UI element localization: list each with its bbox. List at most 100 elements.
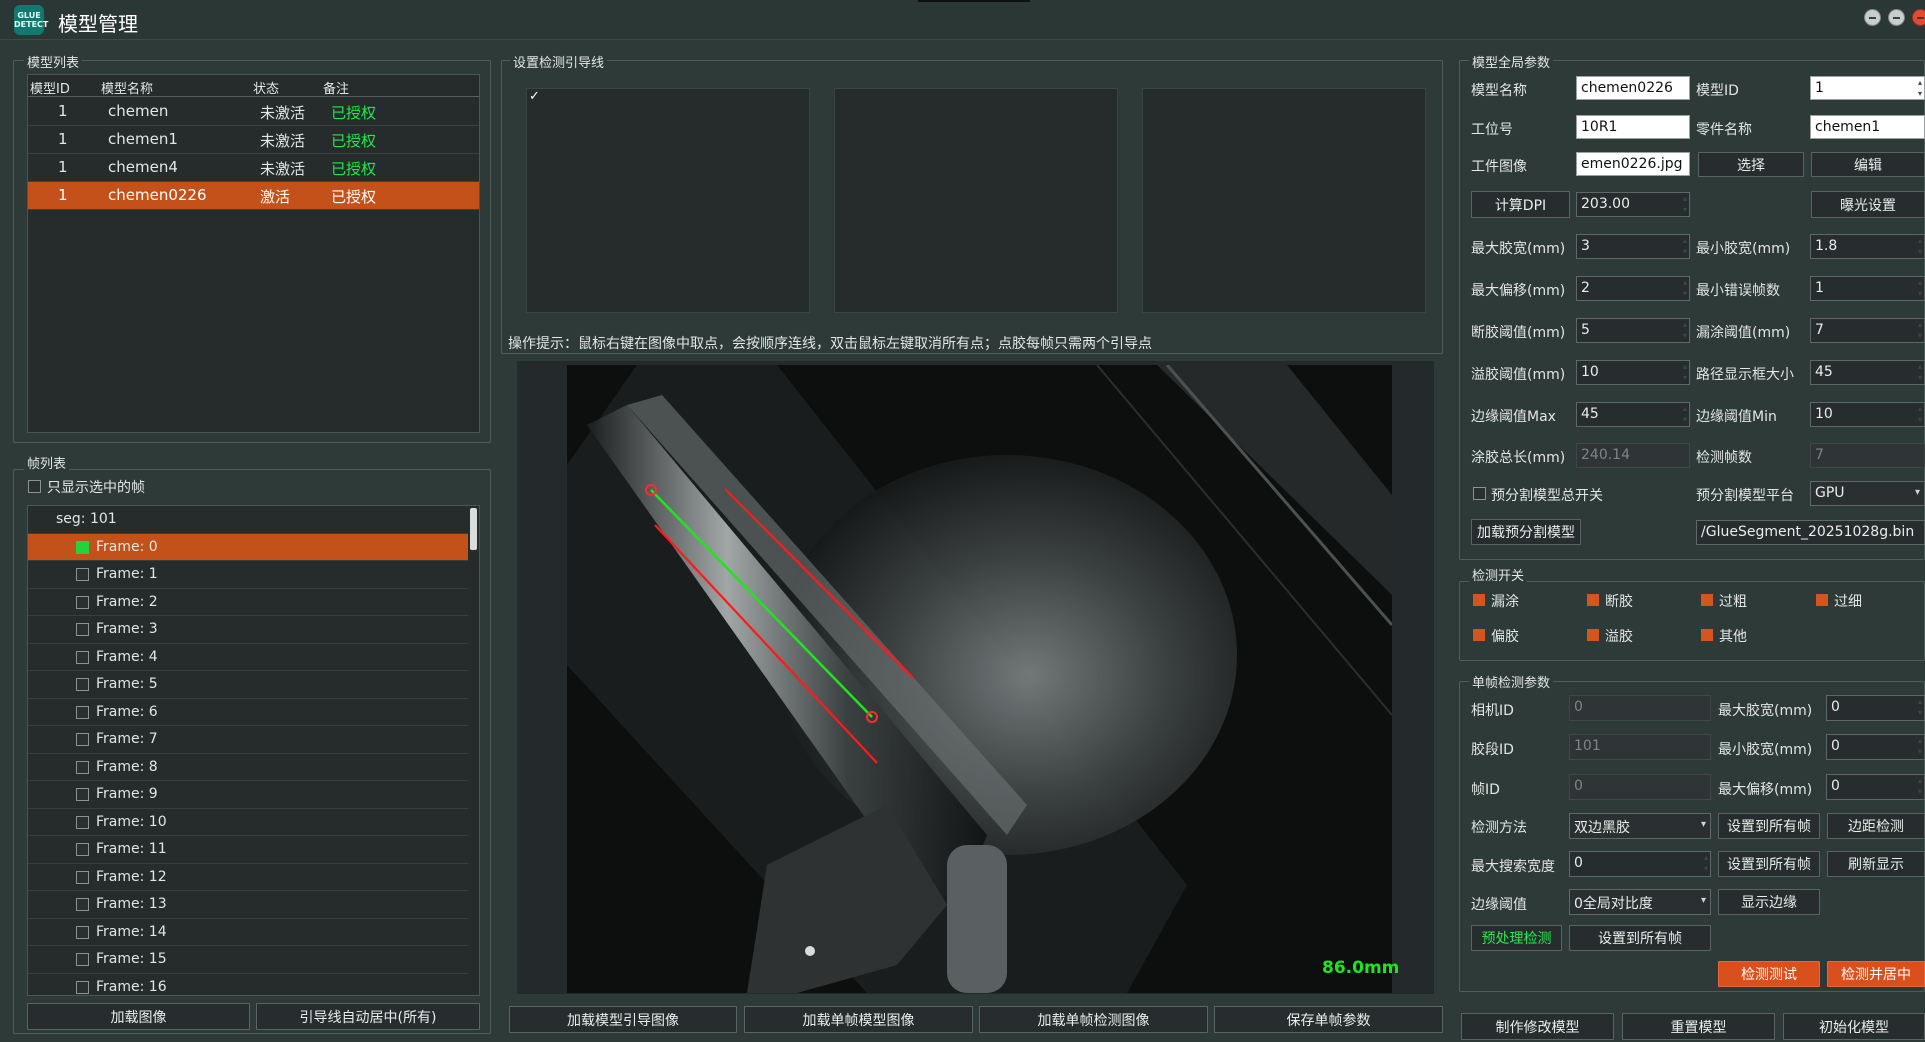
inspection-image[interactable] xyxy=(567,365,1392,993)
edit-image-button[interactable]: 编辑 xyxy=(1811,152,1925,177)
method-select[interactable]: 双边黑胶 xyxy=(1569,813,1711,839)
min-width-spinbox[interactable]: 1.8 xyxy=(1810,234,1925,259)
load-image-button[interactable]: 加载图像 xyxy=(27,1003,250,1030)
frame-list-item[interactable]: Frame: 0 xyxy=(28,533,468,561)
frame-list-item[interactable]: Frame: 9 xyxy=(28,781,468,809)
preprocess-detect-button[interactable]: 预处理检测 xyxy=(1471,925,1562,951)
frame-checkbox[interactable] xyxy=(76,788,89,801)
guide-thumbnail-3[interactable] xyxy=(1142,88,1426,313)
frame-list-item[interactable]: Frame: 5 xyxy=(28,671,468,699)
table-row[interactable]: 1 chemen 未激活 已授权 xyxy=(28,98,479,126)
load-model-guide-image-button[interactable]: 加载模型引导图像 xyxy=(509,1006,737,1033)
init-model-button[interactable]: 初始化模型 xyxy=(1783,1013,1925,1040)
frame-list-item[interactable]: Frame: 7 xyxy=(28,726,468,754)
frame-checkbox[interactable] xyxy=(76,980,89,994)
model-name-input[interactable]: chemen0226 xyxy=(1576,76,1690,100)
frame-list-item[interactable]: Frame: 16 xyxy=(28,974,468,996)
col-model-id[interactable]: 模型ID xyxy=(30,78,70,97)
show-edge-button[interactable]: 显示边缘 xyxy=(1718,889,1820,915)
frame-list-item[interactable]: Frame: 6 xyxy=(28,699,468,726)
switch-offset-checkbox[interactable] xyxy=(1473,629,1485,641)
col-model-name[interactable]: 模型名称 xyxy=(101,78,153,97)
frame-list-item[interactable]: Frame: 10 xyxy=(28,809,468,836)
dpi-spinbox[interactable]: 203.00 xyxy=(1576,192,1690,217)
switch-break-checkbox[interactable] xyxy=(1587,594,1599,606)
save-single-frame-params-button[interactable]: 保存单帧参数 xyxy=(1214,1006,1443,1033)
preseg-model-path[interactable]: /GlueSegment_20251028g.bin xyxy=(1696,520,1925,545)
preprocess-apply-all-button[interactable]: 设置到所有帧 xyxy=(1569,925,1711,951)
table-row-selected[interactable]: 1 chemen0226 激活 已授权 xyxy=(28,182,479,210)
edge-min-spinbox[interactable]: 10 xyxy=(1810,402,1925,427)
frame-checkbox[interactable] xyxy=(76,540,89,554)
guide-thumbnail-2[interactable] xyxy=(834,88,1118,313)
minimize-icon[interactable] xyxy=(1864,9,1881,26)
exposure-settings-button[interactable]: 曝光设置 xyxy=(1811,191,1925,218)
edge-detect-button[interactable]: 边距检测 xyxy=(1827,813,1925,839)
frame-list-item[interactable]: Frame: 11 xyxy=(28,836,468,864)
reset-model-button[interactable]: 重置模型 xyxy=(1622,1013,1775,1040)
load-single-frame-detect-image-button[interactable]: 加载单帧检测图像 xyxy=(979,1006,1208,1033)
frame-list-item[interactable]: Frame: 2 xyxy=(28,589,468,616)
break-thresh-spinbox[interactable]: 5 xyxy=(1576,318,1690,343)
col-status[interactable]: 状态 xyxy=(253,78,279,97)
only-selected-checkbox[interactable] xyxy=(28,480,41,493)
sf-min-width-spinbox[interactable]: 0 xyxy=(1826,734,1925,760)
load-single-frame-model-image-button[interactable]: 加载单帧模型图像 xyxy=(744,1006,973,1033)
close-icon[interactable] xyxy=(1912,9,1925,26)
frame-list-item[interactable]: Frame: 8 xyxy=(28,754,468,781)
path-box-spinbox[interactable]: 45 xyxy=(1810,360,1925,385)
preseg-switch-checkbox[interactable] xyxy=(1473,487,1486,500)
overflow-thresh-spinbox[interactable]: 10 xyxy=(1576,360,1690,385)
max-offset-spinbox[interactable]: 2 xyxy=(1576,276,1690,301)
edge-thresh-select[interactable]: 0全局对比度 xyxy=(1569,889,1711,915)
frame-checkbox[interactable] xyxy=(76,870,89,884)
max-search-spinbox[interactable]: 0 xyxy=(1569,851,1711,877)
frame-checkbox[interactable] xyxy=(76,650,89,664)
frame-list-item[interactable]: Frame: 4 xyxy=(28,644,468,671)
table-row[interactable]: 1 chemen4 未激活 已授权 xyxy=(28,154,479,182)
sf-max-width-spinbox[interactable]: 0 xyxy=(1826,695,1925,721)
switch-miss-checkbox[interactable] xyxy=(1473,594,1485,606)
refresh-display-button[interactable]: 刷新显示 xyxy=(1827,851,1925,877)
frame-list-item[interactable]: Frame: 15 xyxy=(28,946,468,974)
switch-thick-checkbox[interactable] xyxy=(1701,594,1713,606)
sf-max-offset-spinbox[interactable]: 0 xyxy=(1826,774,1925,800)
calc-dpi-button[interactable]: 计算DPI xyxy=(1471,191,1570,218)
detect-test-button[interactable]: 检测测试 xyxy=(1718,961,1820,987)
model-id-spinbox[interactable]: 1 xyxy=(1810,76,1925,100)
frame-list-item[interactable]: Frame: 1 xyxy=(28,561,468,589)
switch-overflow-checkbox[interactable] xyxy=(1587,629,1599,641)
station-input[interactable]: 10R1 xyxy=(1576,115,1690,139)
col-note[interactable]: 备注 xyxy=(323,78,349,97)
frame-list-item[interactable]: Frame: 14 xyxy=(28,919,468,946)
part-image-input[interactable]: emen0226.jpg xyxy=(1576,152,1690,176)
frame-checkbox[interactable] xyxy=(76,733,89,746)
scrollbar-thumb[interactable] xyxy=(470,508,477,550)
switch-thin-checkbox[interactable] xyxy=(1816,594,1828,606)
frame-checkbox[interactable] xyxy=(76,953,89,966)
frame-checkbox[interactable] xyxy=(76,595,89,609)
preseg-platform-select[interactable]: GPU xyxy=(1810,481,1925,506)
method-apply-all-button[interactable]: 设置到所有帧 xyxy=(1718,813,1820,839)
frame-checkbox[interactable] xyxy=(76,705,89,719)
frame-checkbox[interactable] xyxy=(76,925,89,939)
min-error-frames-spinbox[interactable]: 1 xyxy=(1810,276,1925,301)
make-modify-model-button[interactable]: 制作修改模型 xyxy=(1461,1013,1614,1040)
edge-max-spinbox[interactable]: 45 xyxy=(1576,402,1690,427)
detect-and-center-button[interactable]: 检测并居中 xyxy=(1827,961,1925,987)
miss-thresh-spinbox[interactable]: 7 xyxy=(1810,318,1925,343)
frame-checkbox[interactable] xyxy=(76,568,89,581)
segment-node[interactable]: seg: 101 xyxy=(28,506,468,534)
switch-other-checkbox[interactable] xyxy=(1701,629,1713,641)
auto-center-all-button[interactable]: 引导线自动居中(所有) xyxy=(256,1003,480,1030)
part-name-input[interactable]: chemen1 xyxy=(1810,115,1925,139)
frame-tree-scrollbar[interactable] xyxy=(469,506,479,995)
search-apply-all-button[interactable]: 设置到所有帧 xyxy=(1718,851,1820,877)
frame-checkbox[interactable] xyxy=(76,623,89,636)
frame-checkbox[interactable] xyxy=(76,843,89,856)
frame-list-item[interactable]: Frame: 12 xyxy=(28,864,468,891)
max-width-spinbox[interactable]: 3 xyxy=(1576,234,1690,259)
frame-checkbox[interactable] xyxy=(76,678,89,691)
frame-checkbox[interactable] xyxy=(76,815,89,829)
frame-list-item[interactable]: Frame: 3 xyxy=(28,616,468,644)
